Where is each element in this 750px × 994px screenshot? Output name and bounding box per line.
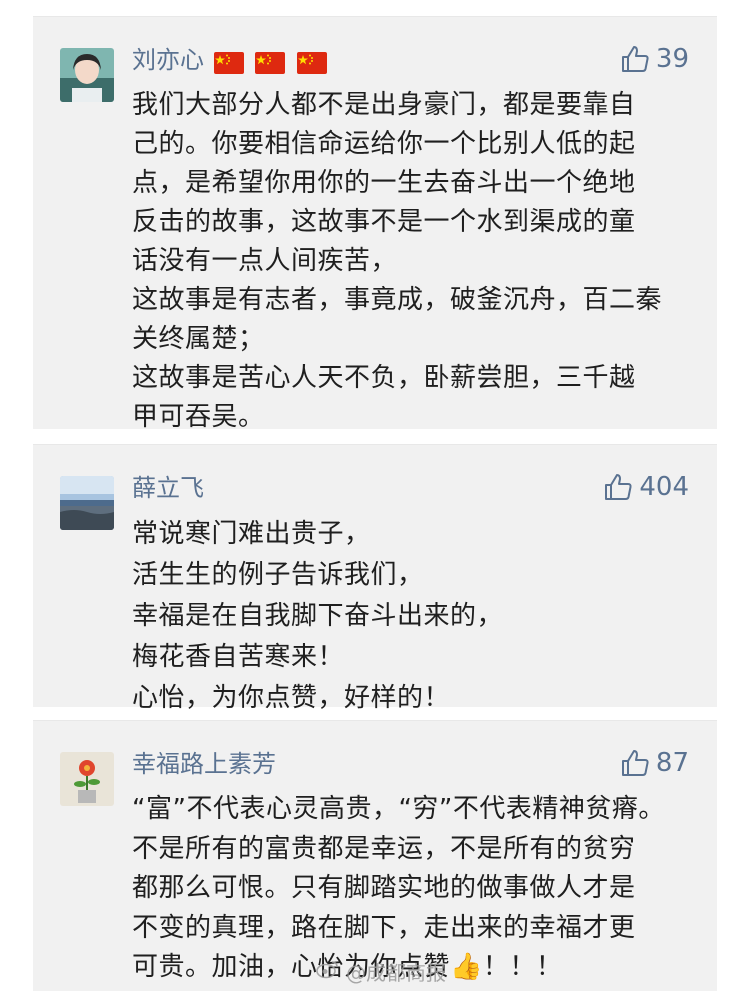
- comment-line: 幸福是在自我脚下奋斗出来的，: [132, 601, 504, 631]
- cn-flag-icon: [255, 49, 286, 74]
- comment-line: 都那么可恨。只有脚踏实地的做事做人才是: [132, 873, 636, 903]
- comment-card: 刘亦心 39 我们大部分人都不是出身豪门，都是要靠自 己的。你要相信命运给你一个…: [33, 16, 717, 432]
- comment-text: 常说寒门难出贵子， 活生生的例子告诉我们， 幸福是在自我脚下奋斗出来的， 梅花香…: [132, 514, 702, 719]
- avatar[interactable]: [60, 476, 114, 530]
- comment-line: “富”不代表心灵高贵，“穷”不代表精神贫瘠。: [132, 794, 665, 824]
- thumbs-up-icon[interactable]: [620, 44, 650, 74]
- comment-line: 话没有一点人间疾苦，: [132, 246, 398, 276]
- cn-flag-icon: [213, 49, 244, 74]
- username[interactable]: 薛立飞: [132, 471, 204, 505]
- like-button[interactable]: 404: [603, 469, 689, 505]
- like-count: 404: [639, 472, 689, 502]
- comment-card: 幸福路上素芳 87 “富”不代表心灵高贵，“穷”不代表精神贫瘠。 不是所有的富贵…: [33, 720, 717, 991]
- like-button[interactable]: 87: [620, 745, 689, 781]
- avatar[interactable]: [60, 48, 114, 102]
- like-count: 39: [655, 44, 689, 74]
- comment-line: 我们大部分人都不是出身豪门，都是要靠自: [132, 90, 636, 120]
- comment-line: 活生生的例子告诉我们，: [132, 560, 424, 590]
- username[interactable]: 刘亦心: [132, 43, 331, 77]
- comment-line: 不变的真理，路在脚下，走出来的幸福才更: [132, 912, 636, 943]
- comment-line: 己的。你要相信命运给你一个比别人低的起: [132, 129, 636, 159]
- comment-line: 这故事是有志者，事竟成，破釜沉舟，百二秦: [132, 285, 663, 315]
- like-button[interactable]: 39: [620, 41, 689, 77]
- comment-line: 梅花香自苦寒来！: [132, 642, 345, 672]
- thumbs-up-icon[interactable]: [603, 472, 633, 502]
- username[interactable]: 幸福路上素芳: [132, 747, 276, 781]
- avatar[interactable]: [60, 752, 114, 806]
- thumbs-up-icon[interactable]: [620, 748, 650, 778]
- comment-line: 心怡，为你点赞，好样的！: [132, 683, 451, 713]
- weibo-logo-icon: [316, 959, 340, 984]
- comment-line: 不是所有的富贵都是幸运，不是所有的贫穷: [132, 833, 636, 864]
- watermark: @成都商报: [316, 957, 446, 986]
- comment-line: 反击的故事，这故事不是一个水到渠成的童: [132, 207, 636, 237]
- username-text[interactable]: 刘亦心: [132, 46, 204, 74]
- comment-text: 我们大部分人都不是出身豪门，都是要靠自 己的。你要相信命运给你一个比别人低的起 …: [132, 86, 702, 437]
- comment-card: 薛立飞 404 常说寒门难出贵子， 活生生的例子告诉我们， 幸福是在自我脚下奋斗…: [33, 444, 717, 713]
- watermark-text: @成都商报: [346, 961, 446, 985]
- comment-line: 常说寒门难出贵子，: [132, 519, 371, 549]
- comment-line: 这故事是苦心人天不负，卧薪尝胆，三千越: [132, 363, 636, 393]
- comment-line: 甲可吞吴。: [132, 402, 265, 432]
- cn-flag-icon: [296, 49, 327, 74]
- like-count: 87: [655, 748, 689, 778]
- flags-group: [213, 43, 331, 77]
- comment-line: 关终属楚；: [132, 324, 265, 354]
- comment-line: 点，是希望你用你的一生去奋斗出一个绝地: [132, 168, 636, 198]
